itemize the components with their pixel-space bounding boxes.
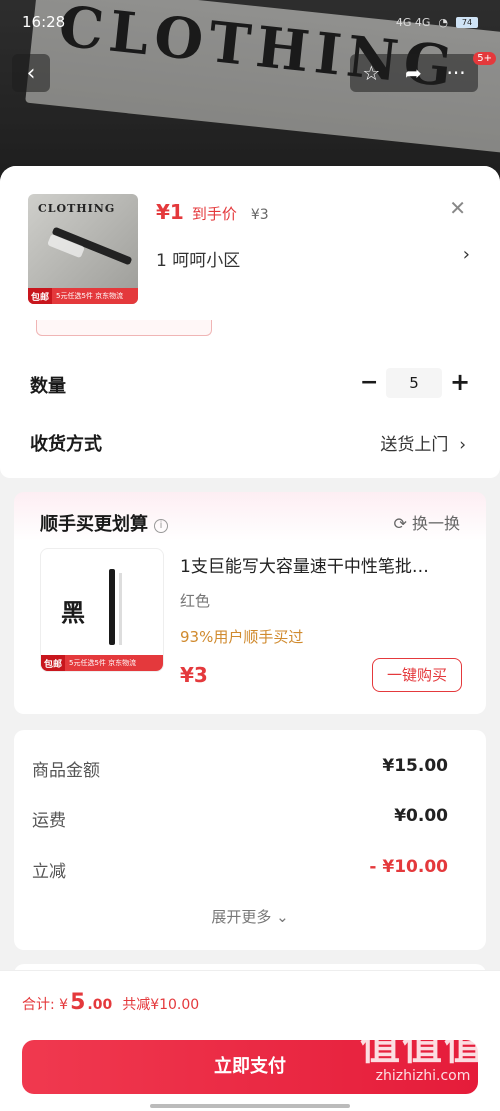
status-bar: 16:28 4G 4G ◔ 74 <box>22 10 478 34</box>
total-int: 5 <box>70 990 86 1015</box>
thumb-word: CLOTHING <box>38 202 116 215</box>
battery-icon: 74 <box>456 16 478 28</box>
watermark-logo: 值值值 <box>360 1023 486 1069</box>
chevron-right-icon[interactable]: › <box>463 244 470 265</box>
back-button[interactable]: ‹ <box>12 54 50 92</box>
swap-button[interactable]: ⟳ 换一换 <box>393 510 460 534</box>
summary-value: ¥15.00 <box>382 756 448 776</box>
swap-label: 换一换 <box>411 514 460 533</box>
shipping-value: 送货上门 <box>380 435 449 455</box>
thumb-char: 黑 <box>61 598 85 627</box>
summary-value: ¥0.00 <box>394 806 448 826</box>
spec-option-partial[interactable] <box>36 320 212 336</box>
recommend-price: ¥3 <box>180 663 208 687</box>
chevron-right-icon: › <box>453 435 466 455</box>
expand-label: 展开更多 <box>211 908 272 926</box>
more-badge: 5+ <box>473 52 496 65</box>
total-label: 合计: ¥ <box>22 997 69 1013</box>
favorite-star-icon[interactable]: ☆ <box>362 61 380 85</box>
shipping-label: 收货方式 <box>30 434 102 455</box>
header-actions: ☆ ➦ ··· <box>350 54 478 92</box>
address-text[interactable]: 1 呵呵小区 <box>156 246 240 271</box>
expand-more-button[interactable]: 展开更多 ⌄ <box>0 906 500 927</box>
recommend-title-text: 顺手买更划算 <box>40 514 148 535</box>
refill-shadow <box>119 573 122 645</box>
quantity-input[interactable]: 5 <box>386 368 442 398</box>
recommend-title: 顺手买更划算 i <box>40 510 168 536</box>
watermark-url: zhizhizhi.com <box>375 1068 471 1084</box>
recommend-percent: 93%用户顺手买过 <box>180 628 304 646</box>
product-thumbnail[interactable]: CLOTHING 包邮 5元任选5件 京东物流 <box>28 194 138 304</box>
status-time: 16:28 <box>22 13 66 31</box>
free-shipping-tag: 包邮 <box>41 655 66 671</box>
quantity-label: 数量 <box>30 376 66 397</box>
original-price: ¥3 <box>250 207 269 223</box>
chevron-left-icon: ‹ <box>26 60 36 86</box>
price-line: ¥1 到手价 ¥3 <box>156 200 269 224</box>
thumb-promo-tag: 包邮 5元任选5件 京东物流 <box>41 655 163 671</box>
chevron-down-icon: ⌄ <box>276 908 289 926</box>
watermark: 值值值 zhizhizhi.com <box>360 1024 486 1084</box>
one-click-buy-button[interactable]: 一键购买 <box>372 658 462 692</box>
thumb-promo-tag: 包邮 5元任选5件 京东物流 <box>28 288 138 304</box>
summary-label: 商品金额 <box>32 761 100 781</box>
home-indicator <box>150 1104 350 1108</box>
promo-text: 5元任选5件 京东物流 <box>56 292 124 300</box>
summary-label: 立减 <box>32 862 66 882</box>
shipping-method[interactable]: 送货上门 › <box>380 430 466 455</box>
share-icon[interactable]: ➦ <box>405 61 422 85</box>
recommend-color: 红色 <box>180 592 211 610</box>
free-shipping-tag: 包邮 <box>28 288 53 304</box>
total-decimal: .00 <box>87 997 113 1013</box>
close-icon[interactable]: ✕ <box>449 196 466 220</box>
total-savings: 共减¥10.00 <box>122 997 200 1013</box>
status-icons: 4G 4G ◔ 74 <box>396 16 478 29</box>
wifi-icon: ◔ <box>438 15 448 29</box>
quantity-plus-button[interactable]: + <box>450 368 470 396</box>
network-indicator: 4G 4G <box>395 15 431 29</box>
final-price-label: 到手价 <box>191 205 237 223</box>
final-price: ¥1 <box>156 200 184 224</box>
refill-image <box>109 569 115 645</box>
summary-value: - ¥10.00 <box>369 857 448 877</box>
quantity-minus-button[interactable]: − <box>360 370 378 395</box>
total-amount: 合计: ¥ 5 .00 共减¥10.00 <box>22 990 199 1015</box>
more-icon[interactable]: ··· <box>447 61 466 85</box>
info-icon[interactable]: i <box>154 519 168 533</box>
refresh-icon: ⟳ <box>393 514 407 533</box>
recommend-thumbnail[interactable]: 黑 包邮 5元任选5件 京东物流 <box>40 548 164 672</box>
promo-text: 5元任选5件 京东物流 <box>69 659 137 667</box>
summary-label: 运费 <box>32 811 66 831</box>
recommend-product-name[interactable]: 1支巨能写大容量速干中性笔批… <box>180 552 462 577</box>
